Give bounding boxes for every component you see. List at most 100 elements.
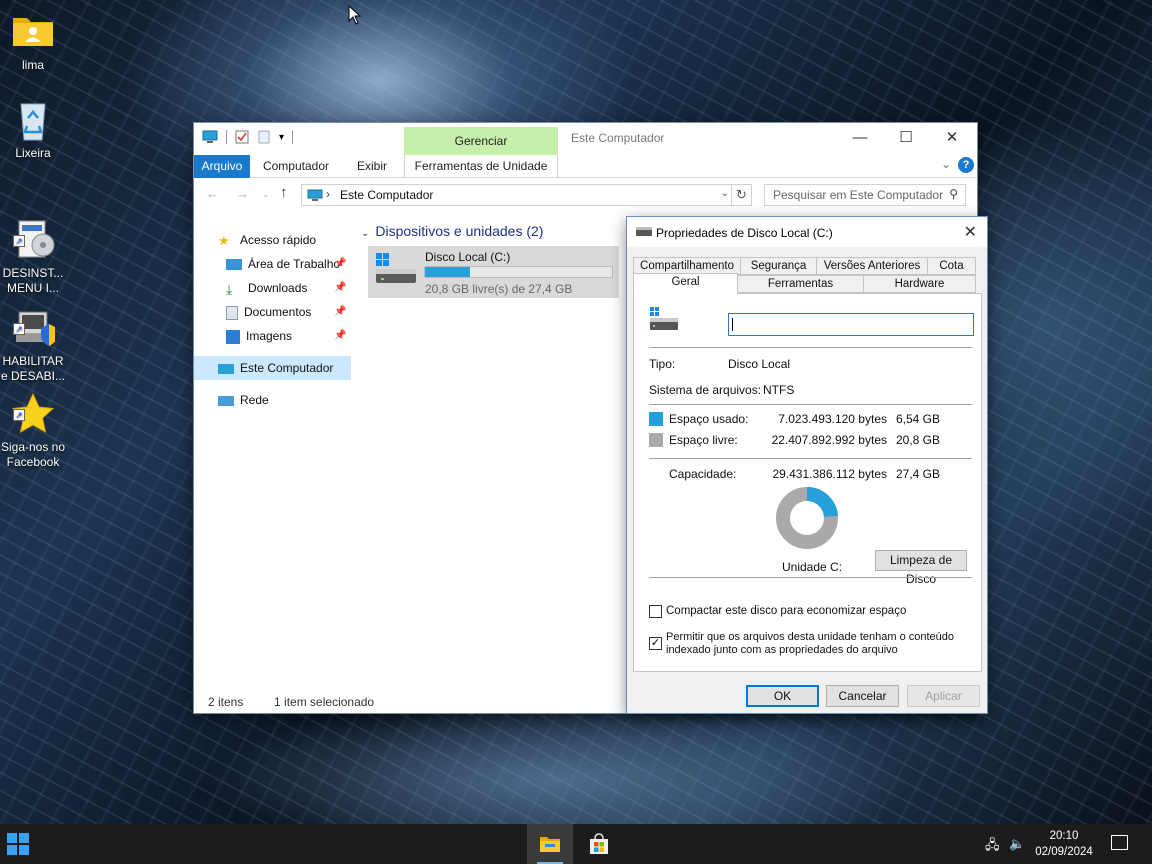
close-button[interactable]: ✕	[929, 127, 975, 151]
search-input[interactable]: Pesquisar em Este Computador ⚲	[764, 184, 966, 206]
address-text: Este Computador	[340, 188, 434, 202]
nav-item-area-de-trabalho[interactable]: Área de Trabalho	[226, 252, 340, 276]
tab-geral[interactable]: Geral	[633, 273, 738, 295]
dialog-titlebar: Propriedades de Disco Local (C:) ✕	[627, 217, 987, 247]
search-placeholder: Pesquisar em Este Computador	[773, 188, 944, 202]
used-space-bytes: 7.023.493.120 bytes	[778, 412, 887, 426]
address-dropdown-icon[interactable]: ⌄	[721, 188, 729, 199]
minimize-button[interactable]: —	[837, 127, 883, 151]
index-checkbox[interactable]: ✓	[649, 637, 662, 650]
pin-icon: 📌	[334, 306, 347, 317]
taskbar-clock[interactable]: 20:10 02/09/2024	[1034, 828, 1094, 860]
new-folder-icon[interactable]	[257, 130, 271, 144]
windows-logo-pane	[19, 833, 29, 843]
tab-versoes-anteriores[interactable]: Versões Anteriores	[816, 257, 928, 275]
dialog-title: Propriedades de Disco Local (C:)	[656, 226, 833, 240]
nav-label: Área de Trabalho	[248, 257, 341, 271]
pin-icon: 📌	[334, 330, 347, 341]
qat-separator	[226, 130, 227, 144]
recycle-bin-icon	[11, 98, 55, 142]
enable-disable-icon: ↗	[11, 291, 57, 346]
nav-item-rede[interactable]: Rede	[218, 388, 269, 412]
desktop-icon-facebook[interactable]: ↗ Siga-nos no Facebook	[0, 362, 66, 485]
navigation-pane: ★ Acesso rápido Área de Trabalho 📌 ⤓ Downl…	[194, 219, 354, 689]
free-space-swatch	[649, 433, 663, 447]
uninstall-menu-icon: ↗	[11, 203, 55, 258]
recent-locations-chevron-icon[interactable]: ⌄	[262, 189, 270, 200]
taskbar-file-explorer[interactable]	[527, 824, 573, 864]
ok-button[interactable]: OK	[746, 685, 819, 707]
tab-cota[interactable]: Cota	[927, 257, 976, 275]
qat-dropdown-icon[interactable]: ▾	[279, 132, 284, 143]
compress-checkbox[interactable]	[649, 605, 662, 618]
group-header-devices[interactable]: ⌄ Dispositivos e unidades (2)	[361, 223, 543, 239]
taskbar: 🖧 🔈 20:10 02/09/2024	[0, 824, 1152, 864]
refresh-icon[interactable]: ↻	[731, 185, 751, 205]
star-icon: ↗	[11, 377, 55, 433]
computer-icon	[202, 130, 218, 143]
quick-access-toolbar: ▾	[202, 130, 294, 144]
disk-cleanup-button[interactable]: Limpeza de Disco	[875, 550, 967, 586]
text-caret	[732, 318, 733, 331]
ribbon-expand-chevron-icon[interactable]: ⌄	[941, 157, 951, 171]
tab-hardware[interactable]: Hardware	[863, 275, 976, 293]
drive-icon	[376, 253, 416, 283]
group-header-label: Dispositivos e unidades (2)	[375, 223, 544, 239]
index-label: Permitir que os arquivos desta unidade t…	[666, 631, 954, 657]
address-bar[interactable]: › Este Computador ⌄ ↻	[301, 184, 752, 206]
cancel-button[interactable]: Cancelar	[826, 685, 899, 707]
used-space-swatch	[649, 412, 663, 426]
forward-arrow-icon[interactable]: →	[236, 186, 249, 201]
tab-ferramentas[interactable]: Ferramentas	[737, 275, 864, 293]
type-value: Disco Local	[728, 357, 791, 371]
taskbar-store[interactable]	[576, 824, 622, 864]
nav-label: Rede	[240, 393, 269, 407]
back-arrow-icon[interactable]: ←	[206, 186, 219, 201]
window-title: Este Computador	[571, 131, 665, 145]
tab-gerenciar[interactable]: Gerenciar	[404, 127, 558, 155]
nav-item-downloads[interactable]: ⤓ Downloads	[226, 276, 307, 300]
status-item-count: 2 itens	[208, 695, 244, 709]
tab-arquivo[interactable]: Arquivo	[194, 155, 250, 178]
apply-button[interactable]: Aplicar	[907, 685, 980, 707]
volume-tray-icon[interactable]: 🔈	[1009, 836, 1025, 852]
drive-label-input[interactable]	[728, 313, 974, 336]
network-tray-icon[interactable]: 🖧	[985, 836, 1000, 858]
windows-logo-pane	[19, 845, 29, 855]
desktop-folder-icon	[226, 259, 242, 271]
notifications-icon[interactable]	[1111, 835, 1128, 850]
tab-seguranca[interactable]: Segurança	[740, 257, 817, 275]
properties-check-icon[interactable]	[235, 130, 249, 144]
nav-item-acesso-rapido[interactable]: ★ Acesso rápido	[218, 228, 316, 252]
address-row: ← → ⌄ ↑ › Este Computador ⌄ ↻ Pesquisar …	[194, 179, 977, 211]
help-icon[interactable]: ?	[958, 157, 974, 173]
nav-item-este-computador[interactable]: Este Computador	[194, 356, 351, 380]
download-arrow-icon: ⤓	[226, 280, 233, 297]
pictures-icon	[226, 329, 240, 344]
desktop-icon-lixeira[interactable]: Lixeira	[0, 98, 66, 161]
up-arrow-icon[interactable]: ↑	[280, 184, 288, 201]
start-button[interactable]	[7, 833, 29, 855]
nav-label: Documentos	[244, 305, 312, 319]
tab-panel-geral: Tipo: Disco Local Sistema de arquivos: N…	[633, 293, 982, 672]
separator	[649, 347, 972, 348]
drive-tile-c[interactable]: Disco Local (C:) 20,8 GB livre(s) de 27,…	[368, 246, 619, 298]
separator	[649, 458, 972, 459]
nav-item-documentos[interactable]: Documentos	[226, 300, 311, 324]
search-icon: ⚲	[949, 187, 958, 201]
dialog-close-button[interactable]: ✕	[964, 222, 977, 242]
nav-item-imagens[interactable]: Imagens	[226, 324, 292, 348]
tab-computador[interactable]: Computador	[256, 155, 336, 178]
tab-exibir[interactable]: Exibir	[344, 155, 400, 178]
maximize-button[interactable]: ☐	[883, 127, 929, 151]
drive-usage-bar	[424, 266, 613, 278]
desktop-icon-lima[interactable]: lima	[0, 10, 66, 73]
shortcut-arrow-icon: ↗	[13, 323, 25, 335]
breadcrumb-chevron-icon[interactable]: ›	[326, 187, 330, 201]
tab-ferramentas-de-unidade[interactable]: Ferramentas de Unidade	[404, 155, 558, 178]
separator	[649, 404, 972, 405]
nav-label: Downloads	[248, 281, 308, 295]
clock-time: 20:10	[1049, 830, 1079, 842]
user-folder-icon	[11, 10, 55, 54]
capacity-gb: 27,4 GB	[895, 467, 940, 481]
